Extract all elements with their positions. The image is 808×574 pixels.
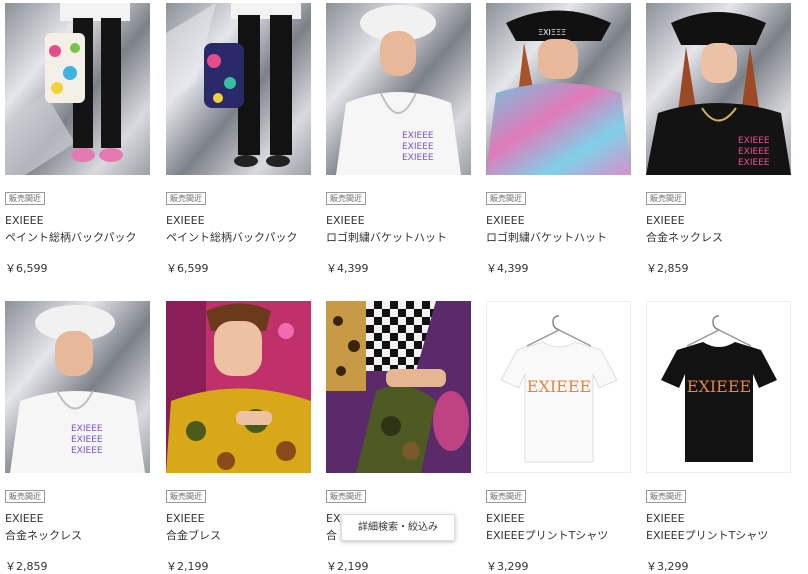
product-price: ￥3,299 bbox=[646, 560, 689, 573]
status-badge: 販売間近 bbox=[166, 490, 206, 503]
product-price: ￥2,199 bbox=[326, 560, 369, 573]
product-name[interactable]: EXIEEEプリントTシャツ bbox=[646, 527, 768, 543]
product-name[interactable]: EXIEEEプリントTシャツ bbox=[486, 527, 608, 543]
status-badge: 販売間近 bbox=[486, 490, 526, 503]
product-price: ￥6,599 bbox=[166, 262, 209, 275]
product-name[interactable]: 合金ブレス bbox=[166, 527, 221, 543]
product-name[interactable]: ロゴ刺繍バケットハット bbox=[486, 229, 607, 245]
product-price: ￥6,599 bbox=[5, 262, 48, 275]
product-brand[interactable]: EXIEEE bbox=[646, 214, 685, 227]
product-price: ￥4,399 bbox=[486, 262, 529, 275]
product-image[interactable] bbox=[326, 301, 471, 473]
status-badge: 販売間近 bbox=[166, 192, 206, 205]
advanced-search-filter-button[interactable]: 詳細検索・絞込み bbox=[341, 514, 455, 541]
product-price: ￥2,859 bbox=[646, 262, 689, 275]
product-image[interactable]: ΞΧΙΞΞΞ bbox=[486, 3, 631, 175]
product-image[interactable] bbox=[5, 3, 150, 175]
product-name[interactable]: 合金ネックレス bbox=[646, 229, 723, 245]
product-image[interactable] bbox=[166, 301, 311, 473]
product-price: ￥3,299 bbox=[486, 560, 529, 573]
svg-text:ΞΧΙΞΞΞ: ΞΧΙΞΞΞ bbox=[538, 28, 566, 37]
status-badge: 販売間近 bbox=[5, 490, 45, 503]
svg-text:EXIEEE: EXIEEE bbox=[402, 142, 434, 152]
svg-text:EXIEEE: EXIEEE bbox=[71, 446, 103, 456]
product-brand[interactable]: EXIEEE bbox=[486, 214, 525, 227]
product-brand[interactable]: EXIEEE bbox=[5, 512, 44, 525]
product-brand[interactable]: EX bbox=[326, 512, 341, 525]
product-name[interactable]: ロゴ刺繍バケットハット bbox=[326, 229, 447, 245]
svg-text:EXIEEE: EXIEEE bbox=[71, 435, 103, 445]
product-name[interactable]: 合 bbox=[326, 527, 337, 543]
product-price: ￥2,859 bbox=[5, 560, 48, 573]
svg-text:EXIEEE: EXIEEE bbox=[738, 158, 770, 168]
status-badge: 販売間近 bbox=[5, 192, 45, 205]
status-badge: 販売間近 bbox=[326, 490, 366, 503]
product-image[interactable]: EXIEEE EXIEEE EXIEEE bbox=[5, 301, 150, 473]
shirt-logo: EXIEEE bbox=[687, 377, 751, 396]
status-badge: 販売間近 bbox=[486, 192, 526, 205]
status-badge: 販売間近 bbox=[646, 192, 686, 205]
product-brand[interactable]: EXIEEE bbox=[166, 214, 205, 227]
svg-text:EXIEEE: EXIEEE bbox=[402, 153, 434, 163]
svg-text:EXIEEE: EXIEEE bbox=[71, 424, 103, 434]
product-name[interactable]: 合金ネックレス bbox=[5, 527, 82, 543]
status-badge: 販売間近 bbox=[326, 192, 366, 205]
product-brand[interactable]: EXIEEE bbox=[646, 512, 685, 525]
product-image[interactable]: EXIEEE bbox=[486, 301, 631, 473]
status-badge: 販売間近 bbox=[646, 490, 686, 503]
svg-text:EXIEEE: EXIEEE bbox=[738, 147, 770, 157]
product-price: ￥4,399 bbox=[326, 262, 369, 275]
product-image[interactable]: EXIEEE EXIEEE EXIEEE bbox=[646, 3, 791, 175]
product-image[interactable]: EXIEEE EXIEEE EXIEEE bbox=[326, 3, 471, 175]
product-brand[interactable]: EXIEEE bbox=[326, 214, 365, 227]
svg-text:EXIEEE: EXIEEE bbox=[402, 131, 434, 141]
shirt-logo: EXIEEE bbox=[527, 377, 591, 396]
svg-text:EXIEEE: EXIEEE bbox=[738, 136, 770, 146]
product-brand[interactable]: EXIEEE bbox=[166, 512, 205, 525]
product-price: ￥2,199 bbox=[166, 560, 209, 573]
product-image[interactable]: EXIEEE bbox=[646, 301, 791, 473]
product-name[interactable]: ペイント総柄バックパック bbox=[5, 229, 136, 245]
product-brand[interactable]: EXIEEE bbox=[5, 214, 44, 227]
product-brand[interactable]: EXIEEE bbox=[486, 512, 525, 525]
product-image[interactable] bbox=[166, 3, 311, 175]
product-name[interactable]: ペイント総柄バックパック bbox=[166, 229, 297, 245]
